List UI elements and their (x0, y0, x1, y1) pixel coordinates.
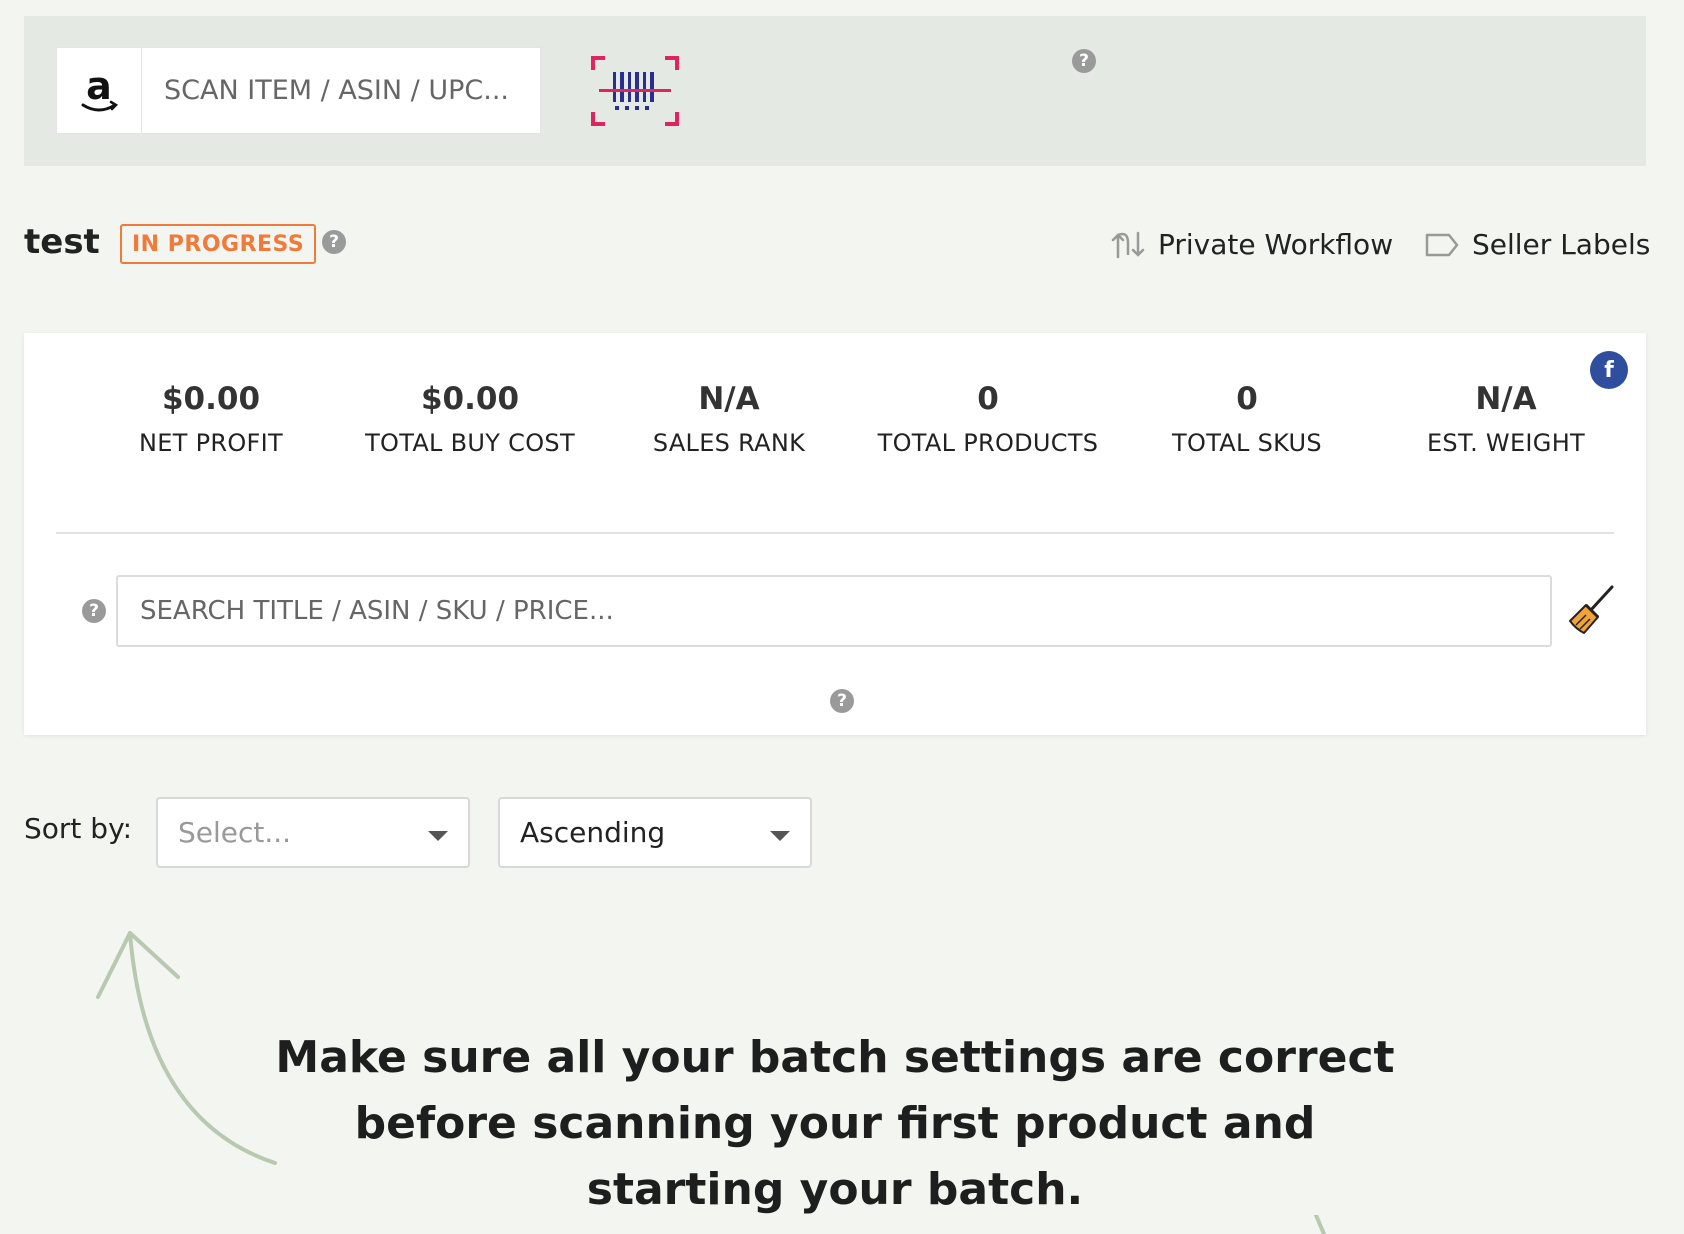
sort-field-placeholder: Select... (178, 816, 292, 849)
seller-labels-label: Seller Labels (1472, 228, 1651, 261)
status-badge: IN PROGRESS (120, 224, 317, 264)
tag-icon (1425, 233, 1459, 256)
stat-total-buy-cost: $0.00 TOTAL BUY COST (340, 379, 600, 457)
search-input[interactable] (116, 575, 1552, 647)
sort-order-value: Ascending (520, 816, 666, 849)
private-workflow-label: Private Workflow (1158, 228, 1394, 261)
stat-label: TOTAL SKUS (1172, 429, 1322, 458)
help-icon[interactable]: ? (322, 230, 346, 254)
amazon-icon[interactable]: a (57, 48, 142, 133)
chevron-down-icon (428, 831, 448, 841)
stat-value: 0 (1236, 381, 1258, 417)
scan-group: a (56, 47, 541, 134)
stat-sales-rank: N/A SALES RANK (599, 379, 859, 457)
stat-est-weight: N/A EST. WEIGHT (1376, 379, 1636, 457)
stat-value: $0.00 (420, 381, 520, 417)
stat-label: SALES RANK (652, 429, 806, 458)
scan-bar: a ? (24, 16, 1646, 166)
divider (56, 532, 1614, 534)
workflow-icon (1111, 231, 1145, 258)
scan-input[interactable] (142, 48, 540, 133)
sort-order-select[interactable]: Ascending (498, 797, 812, 868)
barcode-scanner-icon[interactable] (589, 54, 681, 128)
help-icon[interactable]: ? (82, 599, 106, 623)
facebook-icon[interactable]: f (1590, 351, 1628, 389)
chevron-down-icon (770, 831, 790, 841)
seller-labels-link[interactable]: Seller Labels (1424, 228, 1650, 261)
stat-value: N/A (698, 381, 760, 417)
stat-total-skus: 0 TOTAL SKUS (1117, 379, 1377, 457)
svg-text:a: a (86, 65, 112, 108)
batch-settings-hint: Make sure all your batch settings are co… (275, 1032, 1395, 1215)
stat-net-profit: $0.00 NET PROFIT (81, 379, 341, 457)
help-icon[interactable]: ? (1072, 49, 1096, 73)
stat-total-products: 0 TOTAL PRODUCTS (858, 379, 1118, 457)
stat-value: $0.00 (161, 381, 261, 417)
hand-drawn-arrow-icon (1314, 1215, 1326, 1234)
sort-field-select[interactable]: Select... (156, 797, 470, 868)
stats-card: $0.00 NET PROFIT $0.00 TOTAL BUY COST N/… (24, 333, 1646, 735)
stat-label: EST. WEIGHT (1426, 429, 1586, 458)
stat-label: TOTAL PRODUCTS (877, 429, 1099, 458)
stat-value: 0 (977, 381, 999, 417)
batch-name: test (24, 222, 100, 262)
private-workflow-link[interactable]: Private Workflow (1110, 228, 1393, 261)
sort-label: Sort by: (24, 812, 133, 845)
stat-label: NET PROFIT (139, 429, 283, 458)
help-icon[interactable]: ? (830, 689, 854, 713)
stat-label: TOTAL BUY COST (365, 429, 575, 458)
broom-icon[interactable] (1564, 583, 1620, 639)
